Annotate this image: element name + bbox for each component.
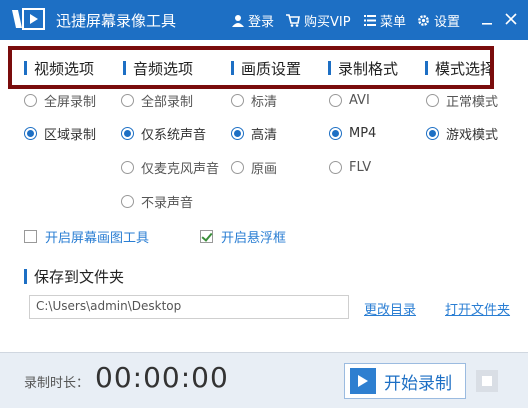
option-label: 全部录制 (141, 94, 194, 110)
footer-bar: 录制时长： 00:00:00 开始录制 (0, 352, 528, 408)
option-game-mode[interactable]: 游戏模式 (426, 124, 499, 143)
save-path-field[interactable]: C:\Users\admin\Desktop (29, 295, 349, 319)
option-no-audio[interactable]: 不录声音 (121, 192, 194, 211)
option-label: 仅系统声音 (141, 127, 207, 143)
tab-video-options[interactable]: 视频选项 (24, 57, 94, 79)
duration-label: 录制时长： (24, 376, 90, 391)
float-window-label: 开启悬浮框 (221, 230, 287, 246)
tab-label: 画质设置 (241, 59, 302, 78)
option-quality-sd[interactable]: 标清 (231, 91, 278, 110)
option-format-avi[interactable]: AVI (329, 91, 370, 109)
tab-marker (24, 61, 27, 75)
tab-label: 视频选项 (34, 59, 95, 78)
option-label: 标清 (251, 94, 278, 110)
option-label: 正常模式 (446, 94, 499, 110)
title-bar: 迅捷屏幕录像工具 登录 购买VIP 菜单 设置 (0, 0, 528, 40)
option-label: 全屏录制 (44, 94, 97, 110)
user-icon (232, 15, 244, 27)
option-mic-audio-only[interactable]: 仅麦克风声音 (121, 158, 220, 177)
option-label: FLV (349, 159, 372, 175)
start-record-label: 开始录制 (384, 373, 452, 394)
start-record-button[interactable]: 开始录制 (344, 363, 466, 399)
save-section-title: 保存到文件夹 (24, 266, 124, 287)
login-button[interactable]: 登录 (232, 11, 274, 30)
stop-button[interactable] (476, 370, 498, 392)
tab-label: 音频选项 (133, 59, 194, 78)
close-icon[interactable] (500, 8, 522, 30)
option-label: 高清 (251, 127, 278, 143)
radio-button[interactable] (329, 126, 342, 140)
radio-button[interactable] (231, 93, 244, 107)
save-title-label: 保存到文件夹 (34, 268, 125, 286)
toggle-draw-tool[interactable]: 开启屏幕画图工具 (24, 227, 150, 246)
section-marker (24, 269, 27, 284)
radio-button[interactable] (121, 160, 134, 174)
tab-audio-options[interactable]: 音频选项 (123, 57, 193, 79)
draw-tool-label: 开启屏幕画图工具 (45, 230, 150, 246)
radio-button[interactable] (231, 126, 244, 140)
toggle-float-window[interactable]: 开启悬浮框 (200, 227, 287, 246)
tab-marker (328, 61, 331, 75)
open-folder-link[interactable]: 打开文件夹 (445, 299, 510, 318)
menu-label: 菜单 (380, 15, 407, 30)
radio-button[interactable] (24, 93, 37, 107)
radio-button[interactable] (426, 93, 439, 107)
tab-label: 模式选择 (435, 59, 494, 78)
option-label: 游戏模式 (446, 127, 499, 143)
tab-marker (231, 61, 234, 75)
option-label: AVI (349, 92, 370, 108)
tab-record-format[interactable]: 录制格式 (328, 57, 398, 79)
option-tabs: 视频选项 音频选项 画质设置 录制格式 模式选择 (8, 46, 494, 89)
menu-icon (364, 15, 376, 26)
minimize-icon[interactable] (476, 8, 498, 30)
buy-vip-label: 购买VIP (304, 15, 351, 30)
tab-mode-select[interactable]: 模式选择 (425, 57, 494, 79)
option-label: 原画 (251, 161, 278, 177)
settings-label: 设置 (434, 15, 461, 30)
app-title: 迅捷屏幕录像工具 (56, 12, 177, 30)
cart-icon (286, 14, 300, 27)
radio-button[interactable] (121, 126, 134, 140)
checkbox[interactable] (24, 229, 37, 243)
duration-value: 00:00:00 (95, 361, 229, 394)
option-label: 区域录制 (44, 127, 97, 143)
radio-button[interactable] (24, 126, 37, 140)
option-label: MP4 (349, 125, 377, 141)
option-quality-original[interactable]: 原画 (231, 158, 278, 177)
gear-icon (418, 15, 429, 26)
settings-button[interactable]: 设置 (417, 11, 460, 30)
option-system-audio-only[interactable]: 仅系统声音 (121, 124, 207, 143)
option-label: 仅麦克风声音 (141, 161, 220, 177)
login-label: 登录 (248, 15, 275, 30)
option-format-mp4[interactable]: MP4 (329, 124, 376, 142)
radio-button[interactable] (426, 126, 439, 140)
radio-button[interactable] (329, 160, 342, 174)
option-normal-mode[interactable]: 正常模式 (426, 91, 499, 110)
tab-marker (123, 61, 126, 75)
option-fullscreen-record[interactable]: 全屏录制 (24, 91, 97, 110)
tab-quality-settings[interactable]: 画质设置 (231, 57, 301, 79)
radio-button[interactable] (121, 93, 134, 107)
radio-button[interactable] (121, 194, 134, 208)
checkbox[interactable] (200, 229, 213, 243)
menu-button[interactable]: 菜单 (364, 11, 406, 30)
option-quality-hd[interactable]: 高清 (231, 124, 278, 143)
tab-marker (425, 61, 428, 75)
option-label: 不录声音 (141, 195, 194, 211)
play-icon (350, 368, 376, 394)
tab-label: 录制格式 (338, 59, 399, 78)
radio-button[interactable] (329, 93, 342, 107)
buy-vip-button[interactable]: 购买VIP (286, 11, 351, 30)
radio-button[interactable] (231, 160, 244, 174)
app-logo-icon (12, 8, 45, 30)
option-format-flv[interactable]: FLV (329, 158, 371, 176)
stop-icon (482, 376, 492, 386)
option-region-record[interactable]: 区域录制 (24, 124, 97, 143)
change-dir-link[interactable]: 更改目录 (364, 299, 416, 318)
option-record-all-audio[interactable]: 全部录制 (121, 91, 194, 110)
